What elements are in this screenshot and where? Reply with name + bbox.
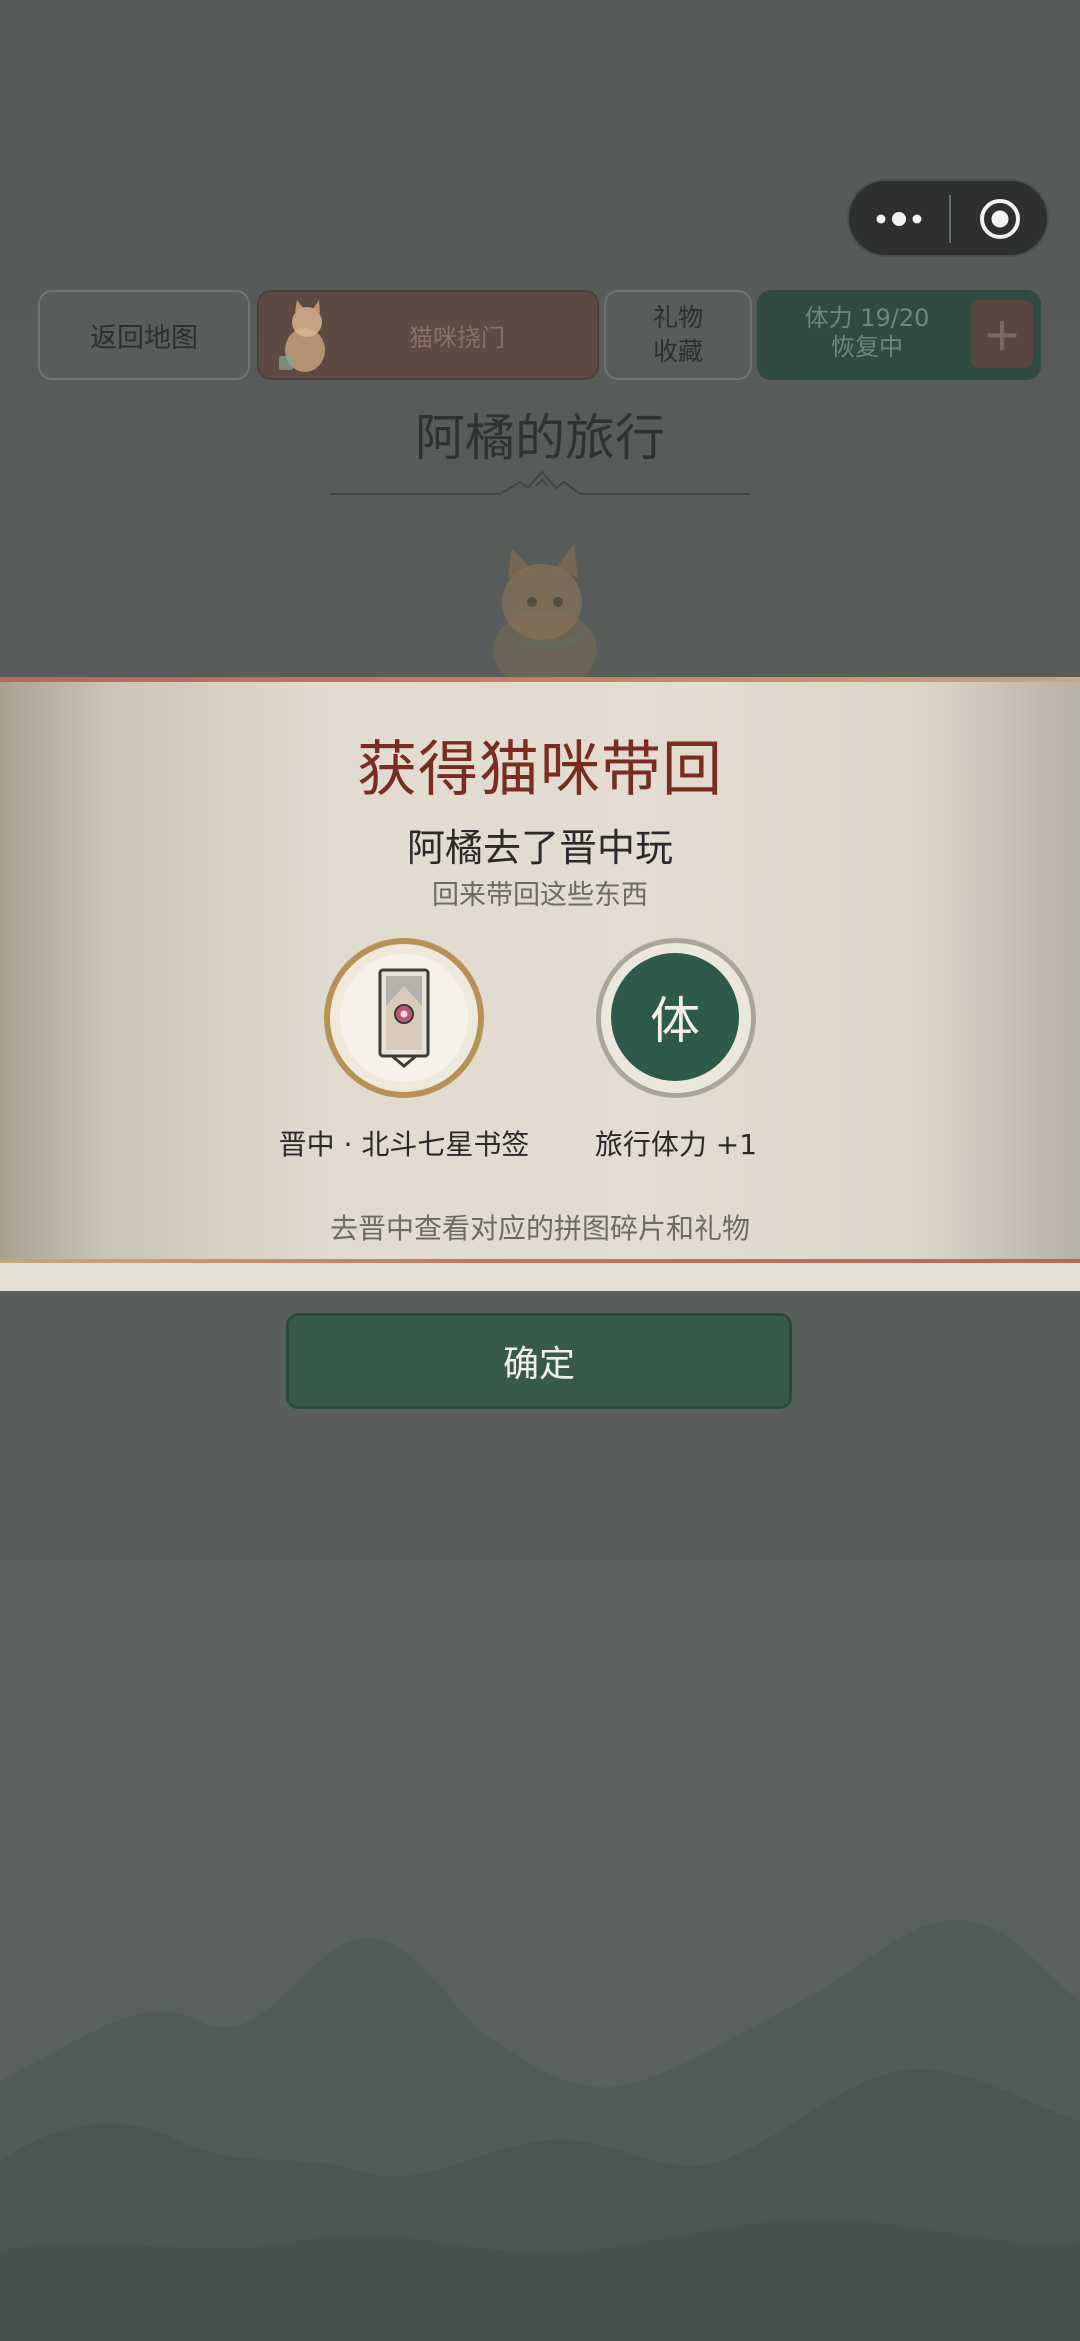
modal-title: 获得猫咪带回 — [357, 735, 723, 805]
stamina-status: 恢复中 — [831, 333, 903, 361]
modal-top-border — [0, 677, 1080, 682]
modal-subtitle-secondary: 回来带回这些东西 — [432, 880, 648, 911]
reward-item-bookmark[interactable] — [324, 938, 484, 1098]
reward-item-bookmark-label: 晋中 · 北斗七星书签 — [278, 1128, 530, 1161]
cat-illustration — [493, 544, 597, 680]
mountain-landscape — [0, 1919, 1080, 2341]
reward-item-stamina-label: 旅行体力 +1 — [594, 1128, 758, 1161]
title-ornament — [330, 470, 750, 495]
gift-line2: 收藏 — [652, 337, 703, 366]
plus-icon: + — [982, 307, 1022, 361]
page-title: 阿橘的旅行 — [415, 409, 665, 467]
stamina-panel: 体力 19/20 恢复中 + — [757, 290, 1041, 380]
reward-item-stamina[interactable]: 体 — [596, 938, 756, 1098]
add-stamina-button[interactable]: + — [971, 300, 1033, 368]
capsule-divider — [949, 195, 951, 243]
cat-scratch-door-button[interactable]: 猫咪挠门 — [257, 290, 599, 380]
back-to-map-button[interactable]: 返回地图 — [38, 290, 250, 380]
reward-modal: 获得猫咪带回 阿橘去了晋中玩 回来带回这些东西 晋中 · 北斗七星书签 体 旅行… — [0, 677, 1080, 1291]
close-miniprogram-icon[interactable] — [979, 198, 1021, 240]
stamina-text: 体力 19/20 恢复中 — [777, 304, 957, 362]
modal-hint: 去晋中查看对应的拼图碎片和礼物 — [329, 1212, 750, 1245]
cat-thumbnail-icon — [279, 300, 325, 372]
confirm-label: 确定 — [502, 1344, 575, 1385]
back-to-map-label: 返回地图 — [90, 322, 198, 354]
stamina-count: 体力 19/20 — [804, 304, 930, 332]
gift-collection-button[interactable]: 礼物 收藏 — [604, 290, 752, 380]
modal-bottom-strip — [0, 1263, 1080, 1291]
stamina-icon: 体 — [611, 953, 739, 1081]
bookmark-icon — [378, 968, 430, 1068]
confirm-button[interactable]: 确定 — [286, 1313, 792, 1409]
gift-line1: 礼物 — [652, 303, 703, 332]
miniprogram-capsule — [847, 179, 1049, 257]
cat-scratch-door-label: 猫咪挠门 — [409, 323, 505, 352]
more-icon[interactable] — [875, 201, 935, 237]
modal-subtitle: 阿橘去了晋中玩 — [406, 826, 673, 870]
